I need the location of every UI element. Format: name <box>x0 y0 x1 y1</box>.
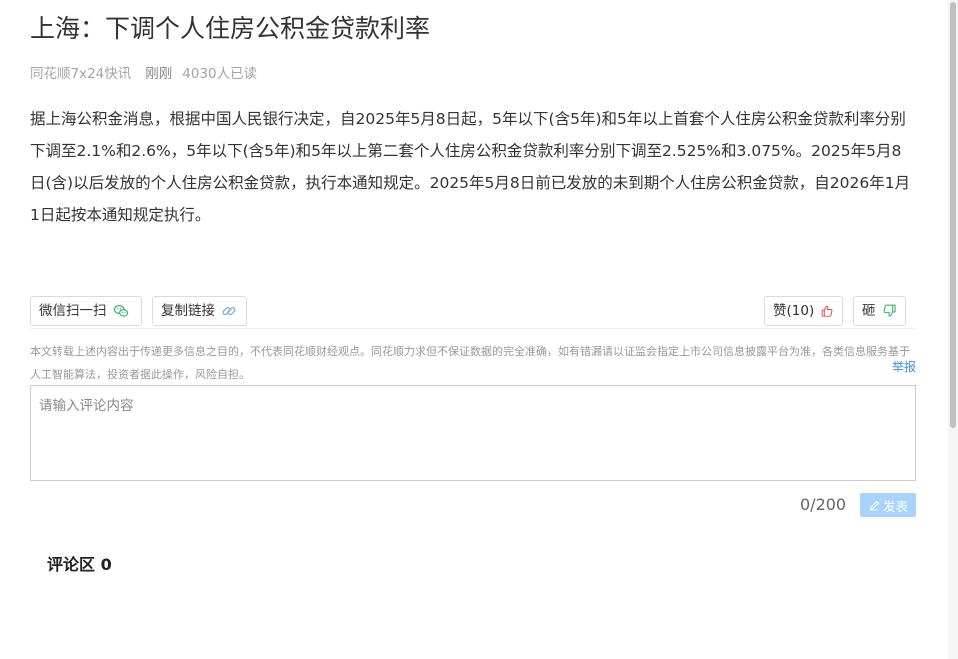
article-meta: 同花顺7x24快讯 刚刚 4030人已读 <box>30 65 916 83</box>
news-page: 上海：下调个人住房公积金贷款利率 同花顺7x24快讯 刚刚 4030人已读 据上海公… <box>0 0 958 659</box>
comment-char-counter: 0/200 <box>800 495 847 514</box>
article-source: 同花顺7x24快讯 <box>30 66 132 82</box>
scrollbar-thumb[interactable] <box>950 2 956 428</box>
comment-input[interactable] <box>30 385 916 481</box>
wechat-share-button[interactable]: 微信扫一扫 <box>30 296 142 326</box>
like-button[interactable]: 赞(10) <box>764 296 843 326</box>
wechat-icon <box>113 304 128 317</box>
article-title: 上海：下调个人住房公积金贷款利率 <box>30 14 431 43</box>
divider <box>30 328 916 329</box>
dislike-button[interactable]: 砸 <box>853 296 906 326</box>
dislike-label: 砸 <box>862 303 876 319</box>
like-label: 赞(10) <box>773 303 815 319</box>
submit-comment-button[interactable]: 发表 <box>860 493 916 517</box>
article-time: 刚刚 <box>145 66 173 82</box>
report-link[interactable]: 举报 <box>892 356 916 379</box>
copy-link-button[interactable]: 复制链接 <box>152 296 247 326</box>
article-body: 据上海公积金消息，根据中国人民银行决定，自2025年5月8日起，5年以下(含5年… <box>30 110 911 224</box>
article-read-count: 4030人已读 <box>182 66 258 82</box>
page-scrollbar[interactable] <box>948 0 958 659</box>
copy-link-label: 复制链接 <box>161 303 215 319</box>
submit-label: 发表 <box>882 498 908 514</box>
thumbs-up-icon <box>821 305 833 317</box>
article: 上海：下调个人住房公积金贷款利率 同花顺7x24快讯 刚刚 4030人已读 据上海公… <box>30 0 916 231</box>
action-bar: 微信扫一扫 复制链接 赞(10) 砸 <box>30 296 906 328</box>
disclaimer-text: 本文转载上述内容出于传递更多信息之目的，不代表同花顺财经观点。同花顺力求但不保证… <box>30 345 910 381</box>
comments-section-header: 评论区 0 <box>47 555 112 574</box>
pencil-icon <box>869 500 879 510</box>
thumbs-down-icon <box>883 304 896 317</box>
link-icon <box>222 307 236 316</box>
wechat-share-label: 微信扫一扫 <box>39 303 107 319</box>
